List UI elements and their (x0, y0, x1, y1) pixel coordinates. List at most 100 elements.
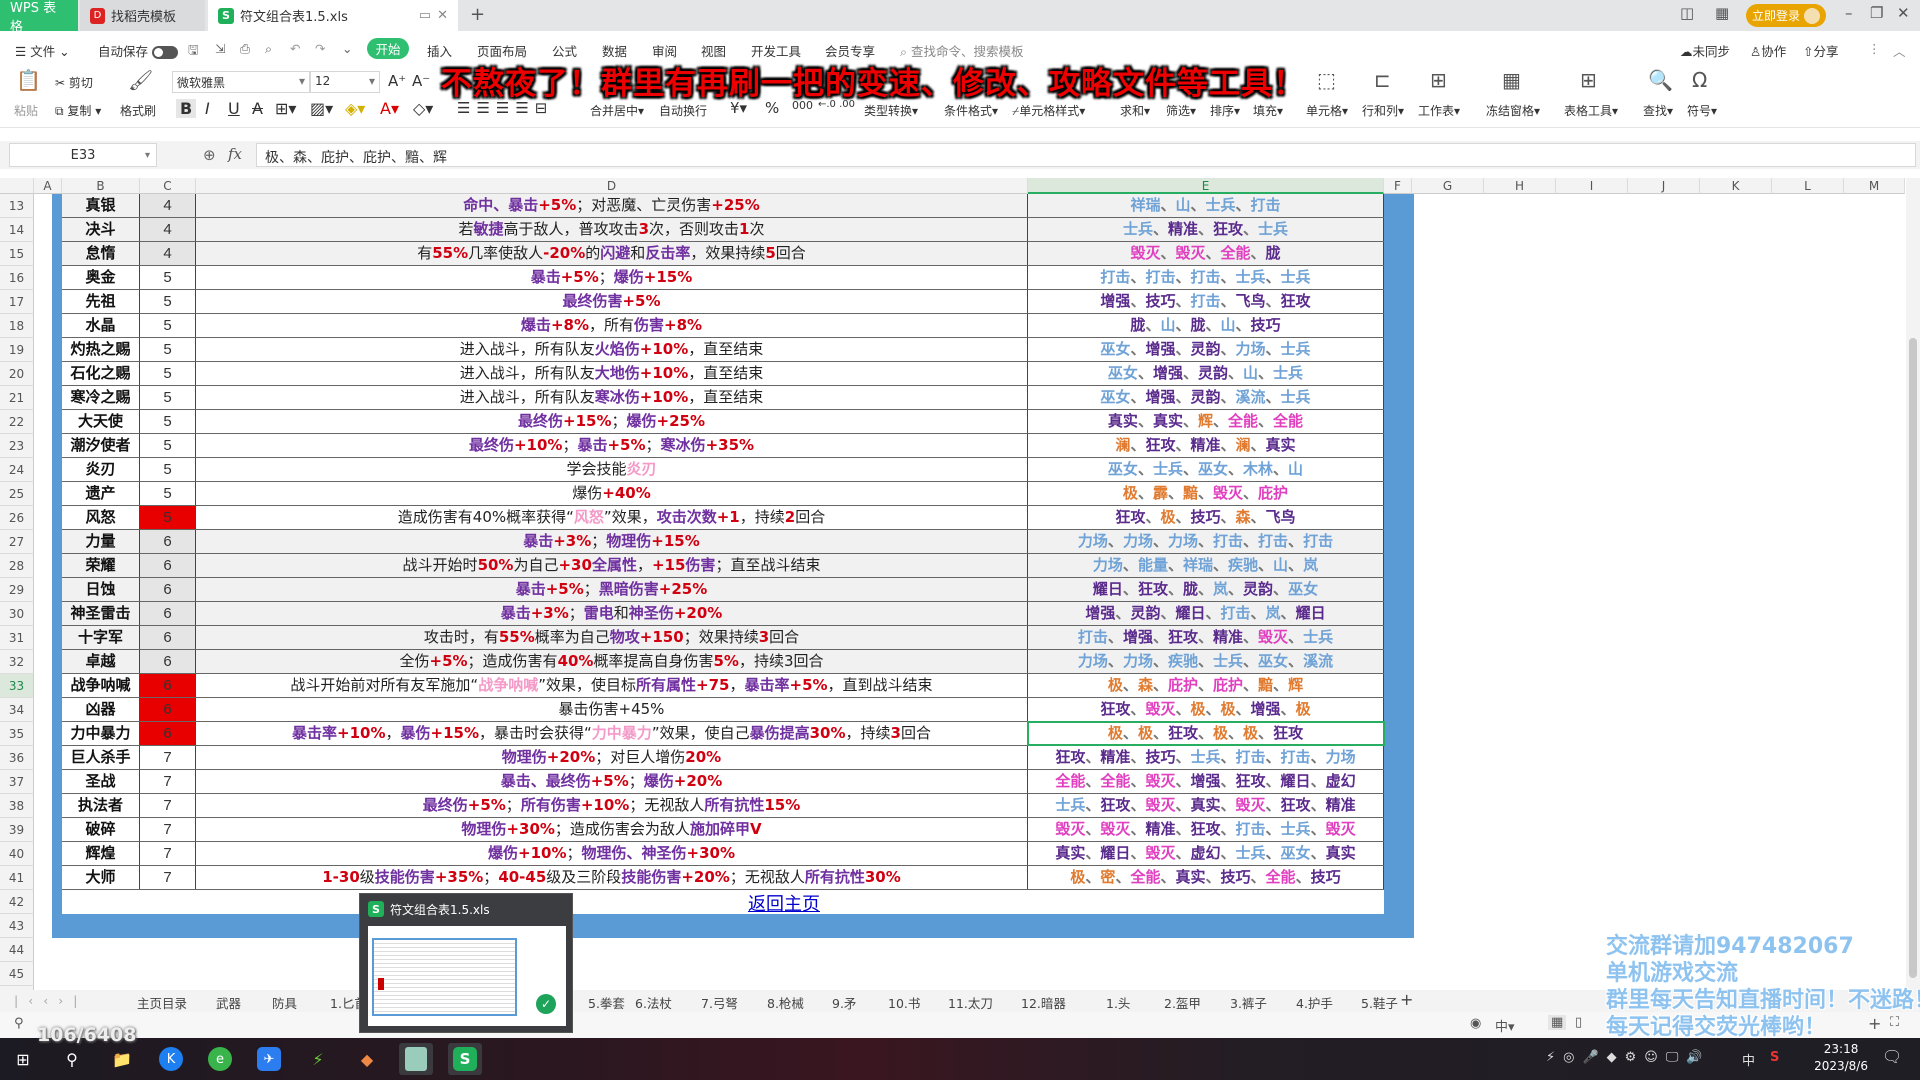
browser-icon[interactable]: e (203, 1043, 237, 1075)
effect-cell[interactable]: 暴击伤害+45% (196, 698, 1028, 721)
rune-word-name[interactable]: 风怒 (62, 506, 140, 529)
row-number[interactable]: 21 (0, 386, 34, 410)
effect-cell[interactable]: 有55%几率使敌人-20%的闪避和反击率，效果持续5回合 (196, 242, 1028, 265)
column-header[interactable]: L (1772, 178, 1844, 194)
zoom-formula-icon[interactable]: ⊕ (203, 146, 216, 164)
merge-center-button[interactable]: 合并居中▾ (590, 102, 644, 119)
rune-word-name[interactable]: 潮汐使者 (62, 434, 140, 457)
rune-combo-cell[interactable]: 狂攻、精准、技巧、士兵、打击、打击、力场 (1028, 746, 1384, 769)
sheet-tab[interactable]: 1.头 (1106, 993, 1130, 1012)
row-number[interactable]: 41 (0, 866, 34, 890)
row-number[interactable]: 26 (0, 506, 34, 530)
scroll-thumb[interactable] (1909, 338, 1917, 978)
rune-combo-cell[interactable]: 狂攻、毁灭、极、极、增强、极 (1028, 698, 1384, 721)
row-number[interactable]: 23 (0, 434, 34, 458)
effect-cell[interactable]: 最终伤害+5% (196, 290, 1028, 313)
rune-word-name[interactable]: 真银 (62, 194, 140, 217)
sheet-tab[interactable]: 8.枪械 (767, 993, 804, 1012)
level-cell[interactable]: 7 (140, 770, 196, 793)
effect-cell[interactable]: 最终伤+15%；爆伤+25% (196, 410, 1028, 433)
level-cell[interactable]: 6 (140, 722, 196, 745)
column-header[interactable]: J (1628, 178, 1700, 194)
file-menu[interactable]: ☰ 文件 ⌄ (15, 41, 70, 60)
rune-combo-cell[interactable]: 极、霹、黯、毁灭、庇护 (1028, 482, 1384, 505)
level-cell[interactable]: 6 (140, 578, 196, 601)
rune-word-name[interactable]: 破碎 (62, 818, 140, 841)
sheet-tab[interactable]: 10.书 (888, 993, 920, 1012)
rune-combo-cell[interactable]: 巫女、增强、灵韵、溪流、士兵 (1028, 386, 1384, 409)
format-painter-button[interactable]: 格式刷 (120, 102, 156, 119)
rune-word-name[interactable]: 怠惰 (62, 242, 140, 265)
level-cell[interactable]: 6 (140, 698, 196, 721)
level-cell[interactable]: 5 (140, 482, 196, 505)
border-icon[interactable]: ⊞▾ (275, 99, 296, 118)
autosave-toggle[interactable]: 自动保存 (98, 41, 178, 60)
column-header[interactable]: A (34, 178, 62, 194)
level-cell[interactable]: 5 (140, 410, 196, 433)
file-tab[interactable]: S 符文组合表1.5.xls ▭ ✕ (208, 0, 458, 31)
sheet-tab[interactable]: 6.法杖 (635, 993, 672, 1012)
sheet-tab[interactable]: 3.裤子 (1230, 993, 1267, 1012)
column-header[interactable]: I (1556, 178, 1628, 194)
row-number[interactable]: 43 (0, 914, 34, 938)
row-number[interactable]: 44 (0, 938, 34, 962)
effect-cell[interactable]: 物理伤+30%；造成伤害会为敌人施加碎甲V (196, 818, 1028, 841)
rune-combo-cell[interactable]: 增强、技巧、打击、飞鸟、狂攻 (1028, 290, 1384, 313)
row-number[interactable]: 42 (0, 890, 34, 914)
rune-word-name[interactable]: 大天使 (62, 410, 140, 433)
rune-word-name[interactable]: 巨人杀手 (62, 746, 140, 769)
clear-format-icon[interactable]: ◇▾ (413, 99, 433, 118)
windows-start-icon[interactable]: ⊞ (6, 1043, 40, 1075)
column-header[interactable]: D (196, 178, 1028, 194)
row-number[interactable]: 40 (0, 842, 34, 866)
column-header[interactable]: C (140, 178, 196, 194)
export-icon[interactable]: ⇲ (215, 41, 225, 56)
row-number[interactable]: 36 (0, 746, 34, 770)
rune-word-name[interactable]: 决斗 (62, 218, 140, 241)
feishu-icon[interactable]: ✈ (252, 1043, 286, 1075)
effect-cell[interactable]: 最终伤+5%；所有伤害+10%；无视敌人所有抗性15% (196, 794, 1028, 817)
level-cell[interactable]: 7 (140, 866, 196, 889)
italic-button[interactable]: I (205, 99, 210, 118)
rune-word-name[interactable]: 寒冷之赐 (62, 386, 140, 409)
increase-font-icon[interactable]: A⁺ (388, 72, 406, 90)
row-number[interactable]: 25 (0, 482, 34, 506)
row-number[interactable]: 38 (0, 794, 34, 818)
conditional-format-button[interactable]: 条件格式▾ (944, 102, 998, 119)
rune-combo-cell[interactable]: 极、森、庇护、庇护、黯、辉 (1028, 674, 1384, 697)
find-button[interactable]: 查找▾ (1643, 102, 1673, 119)
row-number[interactable]: 37 (0, 770, 34, 794)
fullscreen-icon[interactable]: ⛶ (1890, 1015, 1899, 1030)
font-family-select[interactable]: 微软雅黑 ▾ (172, 71, 310, 93)
level-cell[interactable]: 6 (140, 674, 196, 697)
add-sheet-button[interactable]: + (1400, 990, 1413, 1009)
column-header[interactable]: B (62, 178, 140, 194)
preview-icon[interactable]: ⌕ (265, 41, 272, 57)
search-taskbar-icon[interactable]: ⚲ (55, 1043, 89, 1075)
effect-cell[interactable]: 暴击+5%；爆伤+15% (196, 266, 1028, 289)
effect-cell[interactable]: 物理伤+20%；对巨人增伤20% (196, 746, 1028, 769)
level-cell[interactable]: 5 (140, 458, 196, 481)
effect-cell[interactable]: 造成伤害有40%概率获得“风怒”效果，攻击次数+1，持续2回合 (196, 506, 1028, 529)
effect-cell[interactable]: 暴击+5%；黑暗伤害+25% (196, 578, 1028, 601)
row-number[interactable]: 35 (0, 722, 34, 746)
column-header[interactable]: F (1384, 178, 1412, 194)
column-header[interactable]: E (1028, 178, 1384, 194)
name-box[interactable]: E33 ▾ (9, 143, 157, 167)
collapse-ribbon-icon[interactable]: ︿ (1893, 41, 1906, 60)
row-number[interactable]: 17 (0, 290, 34, 314)
effect-cell[interactable]: 暴击+3%；物理伤+15% (196, 530, 1028, 553)
restore-button[interactable]: ❐ (1870, 4, 1883, 22)
row-number[interactable]: 29 (0, 578, 34, 602)
column-header[interactable]: H (1484, 178, 1556, 194)
table-tools-button[interactable]: 表格工具▾ (1564, 102, 1618, 119)
strikethrough-button[interactable]: A (252, 99, 263, 118)
rune-combo-cell[interactable]: 士兵、精准、狂攻、士兵 (1028, 218, 1384, 241)
app-icon[interactable]: ◆ (350, 1043, 384, 1075)
rune-word-name[interactable]: 力中暴力 (62, 722, 140, 745)
effect-cell[interactable]: 进入战斗，所有队友火焰伤+10%，直至结束 (196, 338, 1028, 361)
game-tool-icon[interactable]: ⚡ (301, 1043, 335, 1075)
row-number[interactable]: 45 (0, 962, 34, 986)
column-header[interactable]: K (1700, 178, 1772, 194)
rune-word-name[interactable]: 先祖 (62, 290, 140, 313)
